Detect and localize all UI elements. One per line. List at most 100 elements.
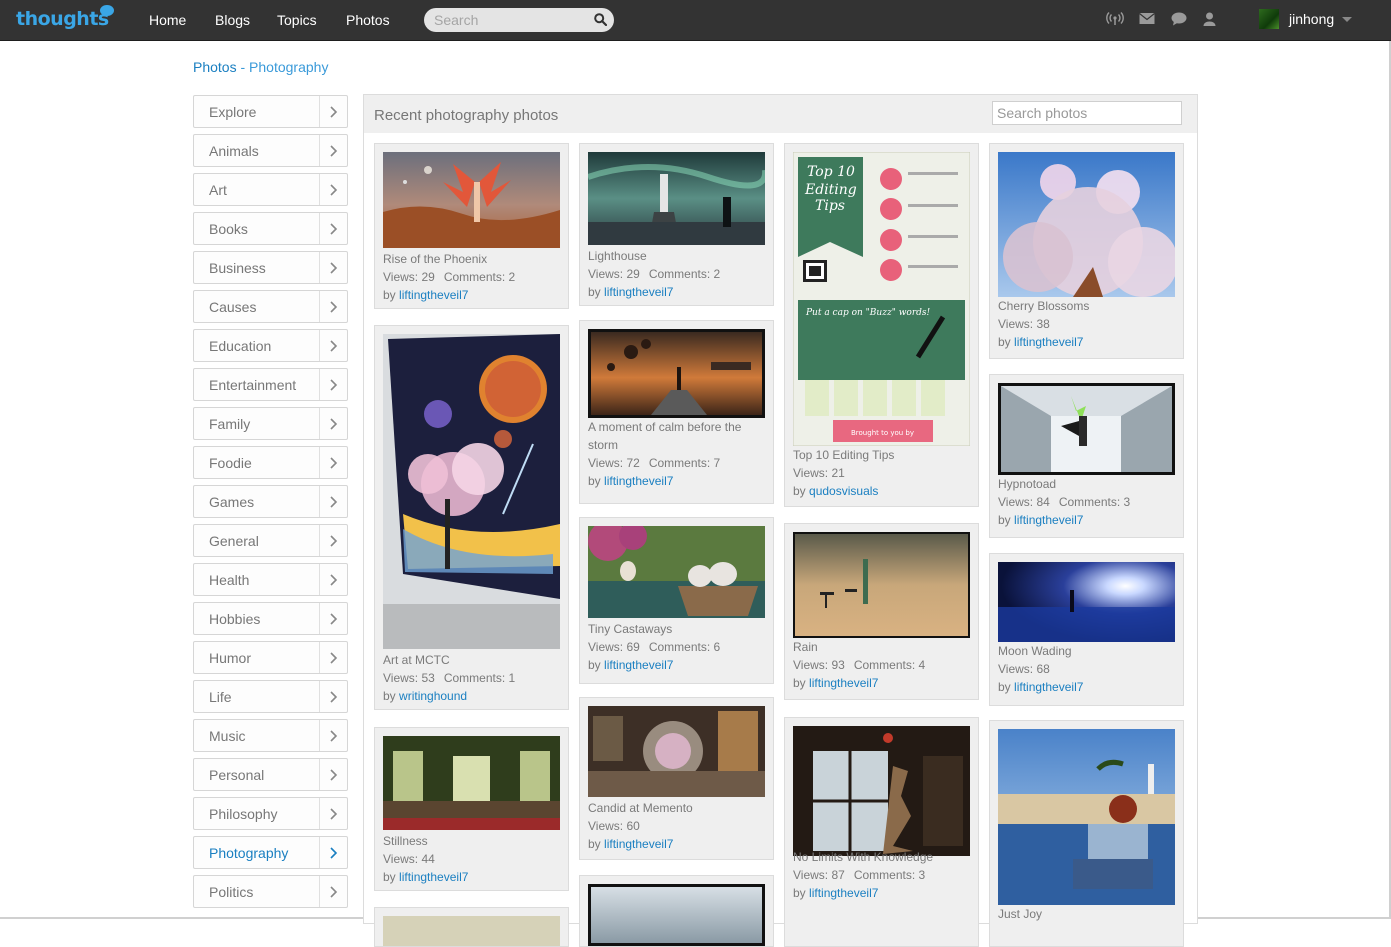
sidebar-item-art[interactable]: Art xyxy=(193,173,348,206)
author-link[interactable]: liftingtheveil7 xyxy=(1014,513,1083,527)
photo-card[interactable]: Candid at Memento Views: 60 by liftingth… xyxy=(579,697,774,860)
author-link[interactable]: liftingtheveil7 xyxy=(604,474,673,488)
nav-home[interactable]: Home xyxy=(149,12,186,28)
chevron-right-icon[interactable] xyxy=(319,837,347,868)
chevron-right-icon[interactable] xyxy=(319,408,347,439)
sidebar-item-foodie[interactable]: Foodie xyxy=(193,446,348,479)
photo-search-input[interactable] xyxy=(992,101,1182,125)
photo-thumbnail[interactable] xyxy=(998,152,1175,297)
author-link[interactable]: liftingtheveil7 xyxy=(809,676,878,690)
sidebar-item-business[interactable]: Business xyxy=(193,251,348,284)
photo-thumbnail[interactable] xyxy=(588,329,765,418)
chevron-right-icon[interactable] xyxy=(319,252,347,283)
author-link[interactable]: liftingtheveil7 xyxy=(399,288,468,302)
photo-thumbnail[interactable] xyxy=(383,916,560,946)
photo-thumbnail[interactable] xyxy=(588,706,765,797)
photo-thumbnail[interactable] xyxy=(588,152,765,245)
photo-card[interactable]: No Limits With Knowledge Views: 87 Commen… xyxy=(784,717,979,947)
author-link[interactable]: liftingtheveil7 xyxy=(604,658,673,672)
chevron-right-icon[interactable] xyxy=(319,486,347,517)
chevron-right-icon[interactable] xyxy=(319,759,347,790)
sidebar-item-health[interactable]: Health xyxy=(193,563,348,596)
photo-thumbnail[interactable] xyxy=(998,562,1175,642)
chevron-right-icon[interactable] xyxy=(319,96,347,127)
sidebar-item-photography[interactable]: Photography xyxy=(193,836,348,869)
chevron-right-icon[interactable] xyxy=(319,642,347,673)
sidebar-item-education[interactable]: Education xyxy=(193,329,348,362)
sidebar-item-causes[interactable]: Causes xyxy=(193,290,348,323)
global-search[interactable] xyxy=(424,8,614,32)
sidebar-item-books[interactable]: Books xyxy=(193,212,348,245)
chevron-right-icon[interactable] xyxy=(319,603,347,634)
photo-card[interactable]: Art at MCTC Views: 53 Comments: 1 by writ… xyxy=(374,325,569,710)
photo-thumbnail[interactable] xyxy=(383,736,560,830)
sidebar-item-animals[interactable]: Animals xyxy=(193,134,348,167)
author-link[interactable]: liftingtheveil7 xyxy=(604,285,673,299)
photo-card[interactable]: Top 10 Editing Tips Put a cap on "Buzz" … xyxy=(784,143,979,507)
photo-card[interactable]: A moment of calm before the storm Views:… xyxy=(579,320,774,504)
photo-card[interactable]: Cherry Blossoms Views: 38 by liftingthev… xyxy=(989,143,1184,359)
photo-card[interactable]: Rise of the Phoenix Views: 29 Comments: 2… xyxy=(374,143,569,309)
photo-card[interactable]: Tiny Castaways Views: 69 Comments: 6 by l… xyxy=(579,517,774,684)
user-icon[interactable] xyxy=(1203,12,1216,26)
photo-thumbnail[interactable] xyxy=(998,383,1175,475)
photo-thumbnail[interactable] xyxy=(793,532,970,638)
chevron-right-icon[interactable] xyxy=(319,798,347,829)
chevron-down-icon[interactable] xyxy=(1342,17,1352,22)
avatar[interactable] xyxy=(1259,9,1279,29)
nav-photos[interactable]: Photos xyxy=(346,12,390,28)
chevron-right-icon[interactable] xyxy=(319,564,347,595)
mail-icon[interactable] xyxy=(1139,12,1155,25)
breadcrumb-photos-link[interactable]: Photos xyxy=(193,59,237,75)
author-link[interactable]: liftingtheveil7 xyxy=(1014,680,1083,694)
sidebar-item-explore[interactable]: Explore xyxy=(193,95,348,128)
sidebar-item-general[interactable]: General xyxy=(193,524,348,557)
sidebar-item-philosophy[interactable]: Philosophy xyxy=(193,797,348,830)
chevron-right-icon[interactable] xyxy=(319,174,347,205)
chevron-right-icon[interactable] xyxy=(319,876,347,907)
photo-thumbnail[interactable] xyxy=(998,729,1175,905)
chevron-right-icon[interactable] xyxy=(319,330,347,361)
photo-card[interactable] xyxy=(579,875,774,947)
photo-thumbnail[interactable]: Top 10 Editing Tips Put a cap on "Buzz" … xyxy=(793,152,970,446)
sidebar-item-humor[interactable]: Humor xyxy=(193,641,348,674)
sidebar-item-music[interactable]: Music xyxy=(193,719,348,752)
chevron-right-icon[interactable] xyxy=(319,369,347,400)
chevron-right-icon[interactable] xyxy=(319,291,347,322)
broadcast-icon[interactable] xyxy=(1106,12,1124,26)
sidebar-item-family[interactable]: Family xyxy=(193,407,348,440)
photo-card[interactable]: Just Joy xyxy=(989,720,1184,947)
username[interactable]: jinhong xyxy=(1289,11,1334,27)
author-link[interactable]: writinghound xyxy=(399,689,467,703)
author-link[interactable]: qudosvisuals xyxy=(809,484,878,498)
nav-blogs[interactable]: Blogs xyxy=(215,12,250,28)
sidebar-item-life[interactable]: Life xyxy=(193,680,348,713)
sidebar-item-politics[interactable]: Politics xyxy=(193,875,348,908)
photo-thumbnail[interactable] xyxy=(383,334,560,649)
sidebar-item-hobbies[interactable]: Hobbies xyxy=(193,602,348,635)
photo-card[interactable]: Hypnotoad Views: 84 Comments: 3 by liftin… xyxy=(989,374,1184,538)
photo-thumbnail[interactable] xyxy=(588,884,765,946)
chevron-right-icon[interactable] xyxy=(319,525,347,556)
photo-thumbnail[interactable] xyxy=(383,152,560,248)
photo-card[interactable]: Moon Wading Views: 68 by liftingtheveil7 xyxy=(989,553,1184,706)
chevron-right-icon[interactable] xyxy=(319,213,347,244)
author-link[interactable]: liftingtheveil7 xyxy=(399,870,468,884)
chevron-right-icon[interactable] xyxy=(319,135,347,166)
sidebar-item-personal[interactable]: Personal xyxy=(193,758,348,791)
chevron-right-icon[interactable] xyxy=(319,447,347,478)
photo-card[interactable]: Lighthouse Views: 29 Comments: 2 by lifti… xyxy=(579,143,774,306)
sidebar-item-entertainment[interactable]: Entertainment xyxy=(193,368,348,401)
photo-card[interactable]: Rain Views: 93 Comments: 4 by liftingthev… xyxy=(784,523,979,700)
chevron-right-icon[interactable] xyxy=(319,720,347,751)
chevron-right-icon[interactable] xyxy=(319,681,347,712)
search-icon[interactable] xyxy=(594,13,607,26)
nav-topics[interactable]: Topics xyxy=(277,12,317,28)
photo-thumbnail[interactable] xyxy=(588,526,765,618)
author-link[interactable]: liftingtheveil7 xyxy=(1014,335,1083,349)
search-input[interactable] xyxy=(434,11,584,29)
photo-card[interactable] xyxy=(374,907,569,947)
author-link[interactable]: liftingtheveil7 xyxy=(809,886,878,900)
chat-bubble-icon[interactable] xyxy=(1171,12,1187,26)
photo-card[interactable]: Stillness Views: 44 by liftingtheveil7 xyxy=(374,727,569,891)
